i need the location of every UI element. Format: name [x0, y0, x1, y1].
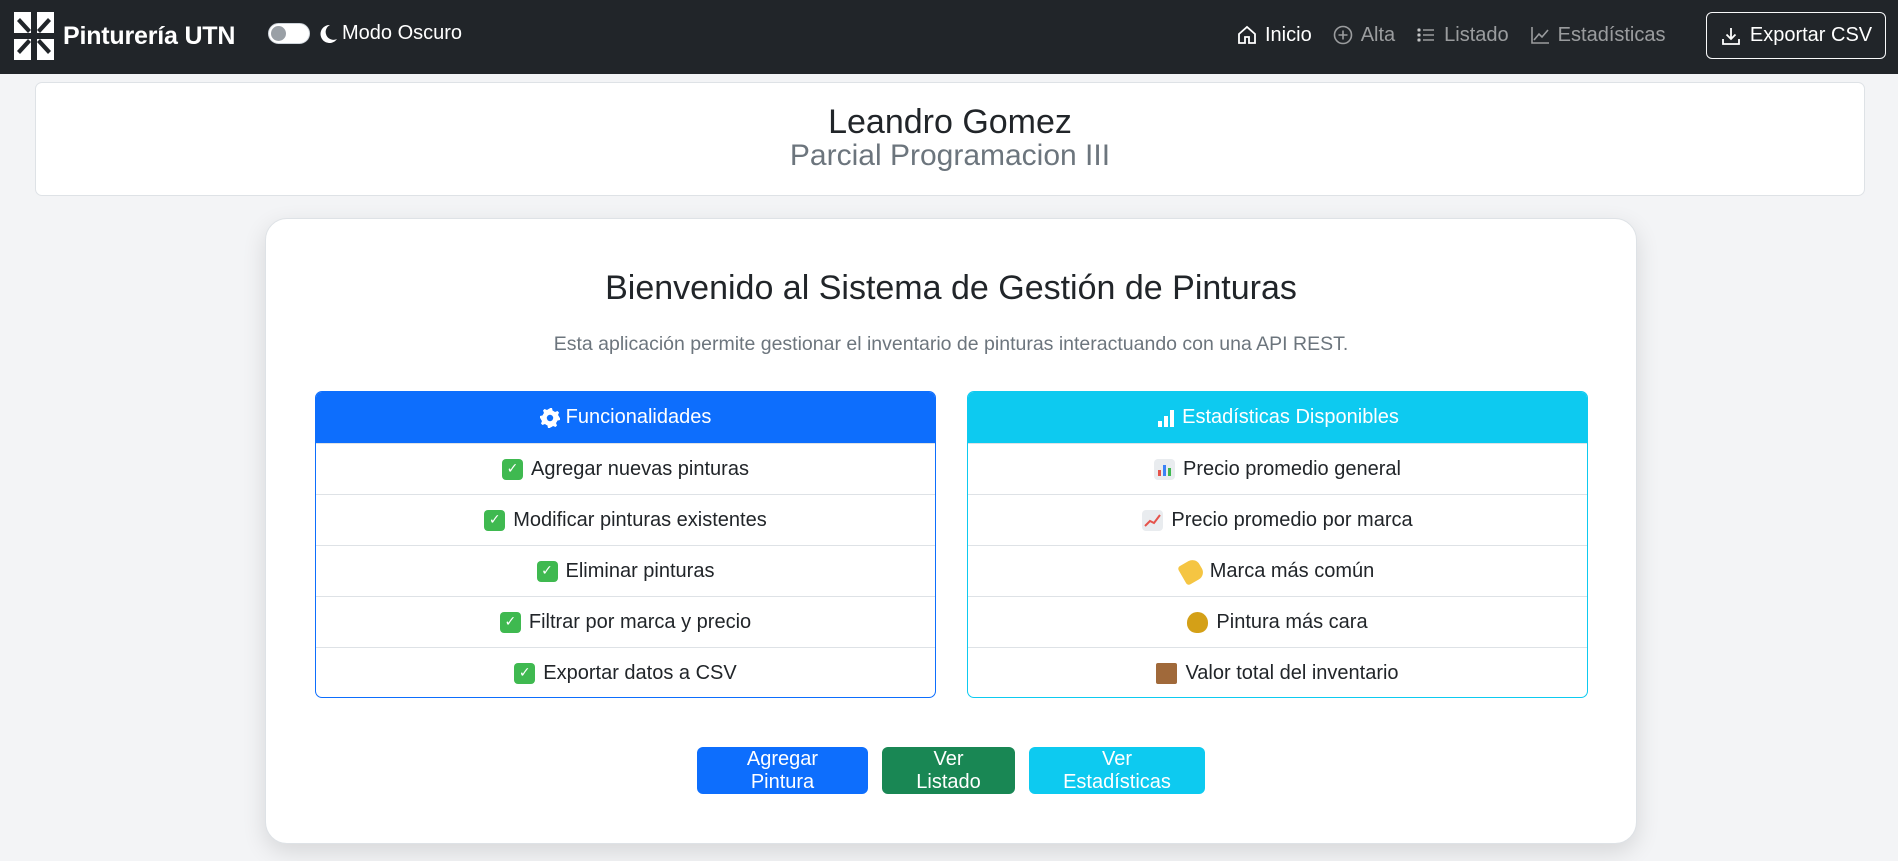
nav-listado[interactable]: Listado — [1415, 24, 1509, 47]
nav-alta-label: Alta — [1360, 23, 1396, 46]
plus-circle-icon — [1333, 25, 1353, 45]
export-csv-button[interactable]: Exportar CSV — [1706, 12, 1886, 59]
features-card: Funcionalidades ✓ Agregar nuevas pintura… — [315, 391, 936, 698]
tag-icon — [1176, 556, 1206, 586]
feature-label: Exportar datos a CSV — [543, 661, 737, 684]
header-card: Leandro Gomez Parcial Programacion III — [35, 82, 1865, 196]
check-icon: ✓ — [502, 458, 524, 480]
list-icon — [1417, 28, 1435, 42]
author-name: Leandro Gomez — [828, 103, 1072, 141]
gear-icon — [539, 407, 560, 428]
feature-label: Modificar pinturas existentes — [513, 508, 767, 531]
home-icon — [1238, 25, 1256, 44]
check-icon: ✓ — [499, 611, 521, 633]
stat-item: Marca más común — [968, 545, 1587, 596]
trend-chart-emoji-icon — [1142, 509, 1164, 531]
switch-knob — [271, 26, 286, 41]
bar-chart-emoji-icon — [1154, 458, 1176, 480]
nav-listado-label: Listado — [1444, 23, 1509, 46]
stat-label: Precio promedio por marca — [1171, 508, 1413, 531]
view-list-button[interactable]: Ver Listado — [882, 747, 1015, 794]
add-paint-button[interactable]: Agregar Pintura — [697, 747, 868, 794]
check-icon: ✓ — [484, 509, 506, 531]
stat-item: Valor total del inventario — [968, 647, 1587, 697]
features-title: Funcionalidades — [565, 406, 712, 428]
features-header: Funcionalidades — [316, 392, 935, 443]
feature-item: ✓ Agregar nuevas pinturas — [316, 443, 935, 494]
brand[interactable]: Pinturería UTN — [14, 12, 235, 60]
stat-item: Precio promedio por marca — [968, 494, 1587, 545]
feature-label: Eliminar pinturas — [565, 559, 715, 582]
stat-item: Pintura más cara — [968, 596, 1587, 647]
download-icon — [1721, 27, 1740, 45]
nav-estadisticas-label: Estadísticas — [1557, 23, 1666, 46]
utn-logo-icon — [14, 12, 54, 60]
dark-mode-switch[interactable] — [268, 23, 310, 44]
package-icon — [1156, 662, 1178, 684]
dark-mode-toggle[interactable]: Modo Oscuro — [268, 22, 462, 45]
nav-inicio[interactable]: Inicio — [1236, 24, 1312, 47]
check-icon: ✓ — [536, 560, 558, 582]
stat-item: Precio promedio general — [968, 443, 1587, 494]
moon-icon — [320, 24, 337, 43]
line-chart-icon — [1530, 27, 1549, 44]
money-bag-icon — [1187, 611, 1209, 633]
feature-item: ✓ Eliminar pinturas — [316, 545, 935, 596]
check-icon: ✓ — [514, 662, 536, 684]
welcome-card: Bienvenido al Sistema de Gestión de Pint… — [265, 218, 1637, 844]
welcome-title: Bienvenido al Sistema de Gestión de Pint… — [605, 269, 1297, 307]
action-buttons: Agregar Pintura Ver Listado Ver Estadíst… — [266, 747, 1636, 794]
nav-estadisticas[interactable]: Estadísticas — [1529, 24, 1666, 47]
feature-label: Agregar nuevas pinturas — [531, 457, 749, 480]
stats-card: Estadísticas Disponibles Precio promedio… — [967, 391, 1588, 698]
header-subtitle: Parcial Programacion III — [789, 139, 1111, 172]
feature-label: Filtrar por marca y precio — [528, 610, 752, 633]
stat-label: Marca más común — [1209, 559, 1375, 582]
feature-item: ✓ Exportar datos a CSV — [316, 647, 935, 697]
stat-label: Pintura más cara — [1216, 610, 1368, 633]
stats-header: Estadísticas Disponibles — [968, 392, 1587, 443]
stat-label: Precio promedio general — [1183, 457, 1401, 480]
stats-title: Estadísticas Disponibles — [1182, 406, 1399, 428]
nav-alta[interactable]: Alta — [1332, 24, 1395, 47]
view-stats-button[interactable]: Ver Estadísticas — [1029, 747, 1205, 794]
brand-name: Pinturería UTN — [63, 21, 236, 50]
feature-item: ✓ Filtrar por marca y precio — [316, 596, 935, 647]
bar-chart-icon — [1158, 409, 1175, 427]
nav-inicio-label: Inicio — [1265, 23, 1312, 46]
dark-mode-label: Modo Oscuro — [342, 22, 463, 44]
nav-links: Inicio Alta Listado Estadísticas — [1236, 20, 1686, 50]
export-csv-label: Exportar CSV — [1749, 24, 1873, 46]
welcome-description: Esta aplicación permite gestionar el inv… — [553, 333, 1349, 355]
navbar: Pinturería UTN Modo Oscuro Inicio Alta L… — [0, 0, 1898, 74]
stat-label: Valor total del inventario — [1185, 661, 1399, 684]
feature-item: ✓ Modificar pinturas existentes — [316, 494, 935, 545]
